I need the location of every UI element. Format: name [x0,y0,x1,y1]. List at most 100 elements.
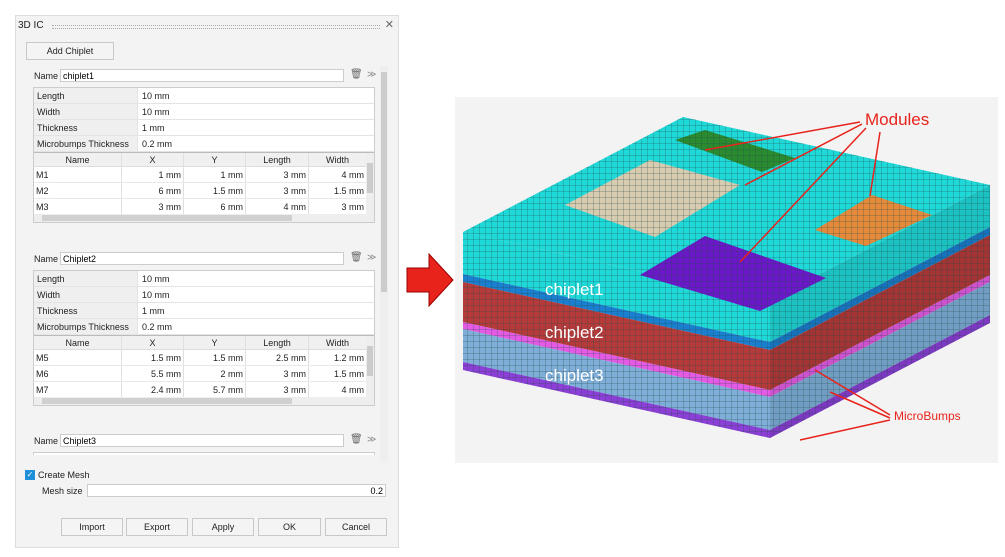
column-header[interactable]: Name [34,153,122,166]
property-name: Width [34,287,138,302]
table-vertical-scrollbar[interactable] [366,336,374,398]
name-label: Name [34,71,59,81]
property-name: Thickness [34,120,138,135]
table-cell[interactable]: 2.4 mm [122,382,184,397]
trash-icon[interactable]: 🗑 [350,69,363,80]
create-mesh-checkbox[interactable]: ✓ [25,470,35,480]
trash-icon[interactable]: 🗑 [350,434,363,445]
chevron-down-icon[interactable]: ≫ [367,69,376,80]
mesh-size-input[interactable] [87,484,386,497]
chiplet2-label: chiplet2 [545,323,604,342]
table-cell[interactable]: 5.7 mm [184,382,246,397]
property-value[interactable]: 10 mm [138,271,170,286]
create-mesh-label: Create Mesh [38,470,90,480]
table-vertical-scrollbar[interactable] [366,153,374,215]
table-row[interactable]: M6 5.5 mm 2 mm 3 mm 1.5 mm [34,366,374,382]
property-name: Microbumps Thickness [34,136,138,151]
table-row[interactable]: M2 6 mm 1.5 mm 3 mm 1.5 mm [34,183,374,199]
chiplet-name-input[interactable] [60,69,344,82]
chiplet1-label: chiplet1 [545,280,604,299]
dialog-title: 3D IC [18,20,44,31]
table-horizontal-scrollbar[interactable] [34,214,374,222]
chevron-down-icon[interactable]: ≫ [367,434,376,445]
table-cell[interactable]: 1.5 mm [309,366,367,381]
apply-button[interactable]: Apply [192,518,254,536]
name-label: Name [34,436,59,446]
table-row[interactable]: M7 2.4 mm 5.7 mm 3 mm 4 mm [34,382,374,398]
table-cell[interactable]: M7 [34,382,122,397]
cancel-button[interactable]: Cancel [325,518,387,536]
column-header[interactable]: X [122,153,184,166]
property-name: Microbumps Thickness [34,319,138,334]
chevron-down-icon[interactable]: ≫ [367,252,376,263]
table-cell[interactable]: 3 mm [122,199,184,214]
3d-ic-mesh-figure: Modules MicroBumps chiplet1 chiplet2 chi… [455,97,998,463]
mesh-size-label: Mesh size [42,486,83,496]
panel-scrollbar[interactable] [380,66,388,461]
chiplet-name-input[interactable] [60,434,344,447]
table-cell[interactable]: 2 mm [184,366,246,381]
column-header[interactable]: Width [309,336,367,349]
modules-table: Name X Y Length Width M5 1.5 mm 1.5 mm 2.5 mm 1.2… [34,335,374,405]
property-value[interactable]: 10 mm [138,88,170,103]
right-arrow-icon [406,252,454,308]
table-cell[interactable]: 4 mm [246,199,309,214]
chiplet-name-input[interactable] [60,252,344,265]
trash-icon[interactable]: 🗑 [350,252,363,263]
import-button[interactable]: Import [61,518,123,536]
property-value[interactable]: 0.2 mm [138,319,172,334]
property-value[interactable]: 1 mm [138,303,165,318]
property-value[interactable]: 1 mm [138,120,165,135]
property-value[interactable]: 10 mm [138,287,170,302]
table-row[interactable]: M3 3 mm 6 mm 4 mm 3 mm [34,199,374,215]
table-cell[interactable]: 1.2 mm [309,350,367,365]
add-chiplet-button[interactable]: Add Chiplet [26,42,114,60]
ok-button[interactable]: OK [258,518,321,536]
properties-table: Length 10 mm Width 10 mm Thickness 1 mm Microb… [33,87,375,223]
table-cell[interactable]: 4 mm [309,382,367,397]
property-name: Thickness [34,303,138,318]
table-cell[interactable]: 1.5 mm [184,183,246,198]
table-cell[interactable]: 1.5 mm [122,350,184,365]
table-row[interactable]: M5 1.5 mm 1.5 mm 2.5 mm 1.2 mm [34,350,374,366]
table-cell[interactable]: 5.5 mm [122,366,184,381]
table-horizontal-scrollbar[interactable] [34,397,374,405]
column-header[interactable]: Y [184,336,246,349]
table-cell[interactable]: 1.5 mm [184,350,246,365]
table-cell[interactable]: 6 mm [122,183,184,198]
title-drag-handle[interactable] [52,25,380,29]
table-cell[interactable]: 1.5 mm [309,183,367,198]
table-cell[interactable]: 3 mm [246,366,309,381]
column-header[interactable]: X [122,336,184,349]
table-cell[interactable]: 3 mm [309,199,367,214]
chiplet3-label: chiplet3 [545,366,604,385]
export-button[interactable]: Export [126,518,188,536]
column-header[interactable]: Width [309,153,367,166]
table-cell[interactable]: 1 mm [184,167,246,182]
table-cell[interactable]: M2 [34,183,122,198]
property-name: Width [34,104,138,119]
column-header[interactable]: Length [246,336,309,349]
column-header[interactable]: Length [246,153,309,166]
chiplet-panel: Name 🗑 ≫Length10 mmWidth10 mmThickness1 … [31,252,376,406]
table-cell[interactable]: M3 [34,199,122,214]
modules-label: Modules [865,110,929,129]
chiplet-panel: Name 🗑 ≫ [31,434,376,455]
table-cell[interactable]: M1 [34,167,122,182]
column-header[interactable]: Name [34,336,122,349]
table-cell[interactable]: 4 mm [309,167,367,182]
column-header[interactable]: Y [184,153,246,166]
property-value[interactable]: 0.2 mm [138,136,172,151]
table-cell[interactable]: 3 mm [246,183,309,198]
close-icon[interactable]: ✕ [385,18,394,31]
microbumps-label: MicroBumps [894,409,961,423]
table-cell[interactable]: M5 [34,350,122,365]
table-cell[interactable]: 2.5 mm [246,350,309,365]
table-cell[interactable]: 1 mm [122,167,184,182]
table-cell[interactable]: 3 mm [246,382,309,397]
table-row[interactable]: M1 1 mm 1 mm 3 mm 4 mm [34,167,374,183]
property-value[interactable]: 10 mm [138,104,170,119]
table-cell[interactable]: M6 [34,366,122,381]
table-cell[interactable]: 6 mm [184,199,246,214]
table-cell[interactable]: 3 mm [246,167,309,182]
